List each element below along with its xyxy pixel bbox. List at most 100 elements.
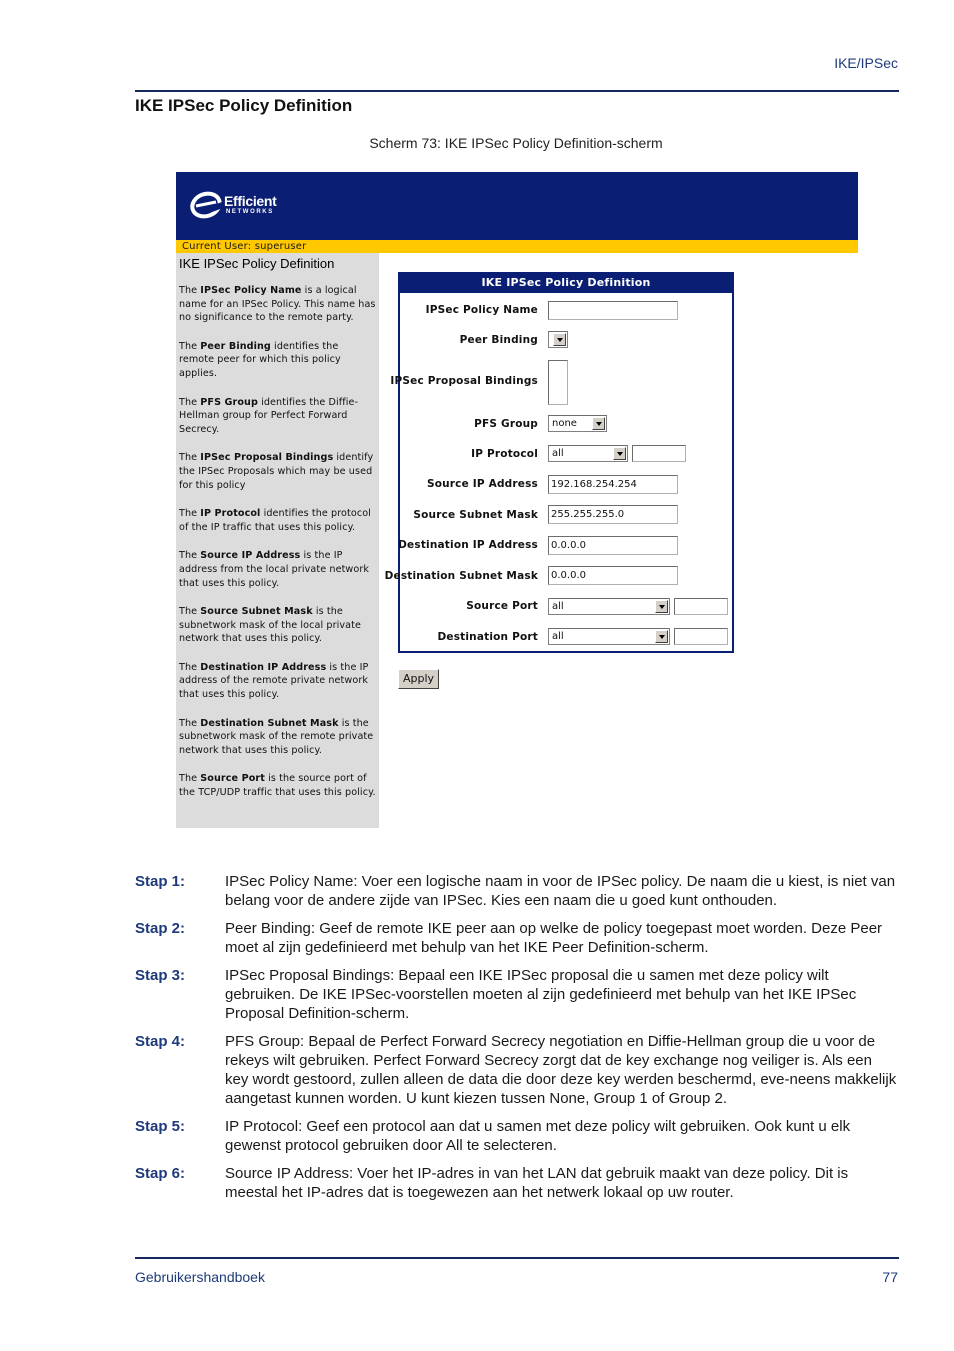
step-number: Stap 1: — [135, 873, 186, 890]
dest-port-number-input[interactable] — [674, 628, 728, 645]
proposal-bindings-label: IPSec Proposal Bindings — [390, 375, 538, 387]
step-text: Source IP Address: Voer het IP-adres in … — [225, 1165, 849, 1201]
help-text: The — [179, 508, 201, 520]
current-user-bar: Current User: superuser — [176, 240, 858, 253]
source-mask-input[interactable]: 255.255.255.0 — [548, 505, 678, 524]
dest-ip-input[interactable]: 0.0.0.0 — [548, 536, 678, 555]
dest-mask-label: Destination Subnet Mask — [384, 570, 538, 582]
step-text: Peer Binding: Geef de remote IKE peer aa… — [225, 920, 883, 956]
efficient-networks-logo: Efficient NETWORKS — [190, 188, 290, 222]
help-text: The — [179, 773, 201, 785]
help-paragraph: The IPSec Proposal Bindings identify the… — [179, 451, 376, 492]
ip-protocol-value: all — [552, 448, 564, 459]
top-rule — [135, 90, 899, 92]
step-number: Stap 6: — [135, 1165, 186, 1182]
help-paragraph: The Source Port is the source port of th… — [179, 772, 376, 799]
source-port-label: Source Port — [466, 600, 538, 612]
help-text: The — [179, 285, 201, 296]
chevron-down-icon — [592, 417, 605, 430]
step-number: Stap 2: — [135, 920, 186, 937]
bottom-rule — [135, 1257, 899, 1259]
source-ip-label: Source IP Address — [426, 478, 538, 490]
help-text: The — [179, 340, 201, 352]
ip-protocol-select[interactable]: all — [548, 445, 628, 462]
help-term: IPSec Policy Name — [200, 285, 302, 296]
chevron-down-icon — [655, 630, 668, 643]
apply-button[interactable]: Apply — [398, 669, 439, 689]
help-term: IPSec Proposal Bindings — [200, 452, 334, 464]
help-text: The — [179, 661, 201, 673]
help-term: Peer Binding — [200, 340, 271, 352]
help-term: IP Protocol — [200, 508, 261, 520]
help-text: The — [179, 606, 201, 618]
step-number: Stap 3: — [135, 967, 186, 984]
ip-protocol-label: IP Protocol — [471, 448, 538, 460]
step-item: Stap 4: PFS Group: Bepaal de Perfect Forw… — [135, 1032, 899, 1108]
proposal-bindings-listbox[interactable] — [548, 360, 568, 405]
step-item: Stap 3: IPSec Proposal Bindings: Bepaal e… — [135, 966, 899, 1023]
help-paragraph: The Destination Subnet Mask is the subne… — [179, 717, 376, 758]
source-ip-input[interactable]: 192.168.254.254 — [548, 475, 678, 494]
help-paragraph: The Destination IP Address is the IP add… — [179, 661, 376, 702]
pfs-group-select[interactable]: none — [548, 415, 607, 432]
source-mask-label: Source Subnet Mask — [413, 509, 538, 521]
help-title: IKE IPSec Policy Definition — [179, 256, 335, 271]
help-text: The — [179, 396, 201, 408]
source-port-value: all — [552, 601, 564, 612]
logo-subtitle: NETWORKS — [226, 209, 274, 215]
pfs-group-label: PFS Group — [474, 418, 538, 430]
help-panel: IKE IPSec Policy Definition The IPSec Po… — [176, 253, 379, 828]
help-term: Source Port — [200, 773, 265, 785]
step-text: IP Protocol: Geef een protocol aan dat u… — [225, 1118, 851, 1154]
chevron-down-icon — [655, 600, 668, 613]
help-term: Source IP Address — [200, 550, 301, 562]
ip-protocol-number-input[interactable] — [632, 445, 686, 462]
page-number: 77 — [882, 1269, 898, 1285]
help-paragraph: The IP Protocol identifies the protocol … — [179, 507, 376, 534]
dest-port-select[interactable]: all — [548, 628, 670, 645]
step-item: Stap 2: Peer Binding: Geef de remote IKE … — [135, 919, 899, 957]
help-paragraph: The Source Subnet Mask is the subnetwork… — [179, 605, 376, 646]
footer-title: Gebruikershandboek — [135, 1269, 265, 1285]
step-number: Stap 5: — [135, 1118, 186, 1135]
steps-list: Stap 1: IPSec Policy Name: Voer een logis… — [135, 872, 899, 1211]
policy-name-input[interactable] — [548, 301, 678, 320]
pfs-group-value: none — [552, 418, 577, 429]
policy-name-label: IPSec Policy Name — [425, 304, 538, 316]
help-paragraph: The IPSec Policy Name is a logical name … — [179, 284, 376, 325]
policy-form: IKE IPSec Policy Definition IPSec Policy… — [385, 272, 734, 653]
dest-port-value: all — [552, 631, 564, 642]
help-term: Destination IP Address — [200, 661, 327, 673]
screenshot-figure: Efficient NETWORKS Current User: superus… — [176, 172, 858, 828]
source-port-number-input[interactable] — [674, 598, 728, 615]
step-number: Stap 4: — [135, 1033, 186, 1050]
step-text: IPSec Policy Name: Voer een logische naa… — [225, 873, 896, 909]
step-item: Stap 6: Source IP Address: Voer het IP-ad… — [135, 1164, 899, 1202]
help-term: Destination Subnet Mask — [200, 717, 339, 729]
help-paragraph: The Peer Binding identifies the remote p… — [179, 340, 376, 381]
step-text: PFS Group: Bepaal de Perfect Forward Sec… — [225, 1033, 897, 1107]
help-text: The — [179, 550, 201, 562]
step-text: IPSec Proposal Bindings: Bepaal een IKE … — [225, 967, 857, 1022]
peer-binding-label: Peer Binding — [459, 334, 538, 346]
help-paragraph: The Source IP Address is the IP address … — [179, 549, 376, 590]
dest-ip-label: Destination IP Address — [398, 539, 538, 551]
chevron-down-icon — [553, 333, 566, 346]
logo-e-icon — [190, 191, 224, 219]
app-header: Efficient NETWORKS — [176, 172, 858, 240]
dest-mask-input[interactable]: 0.0.0.0 — [548, 566, 678, 585]
running-head: IKE/IPSec — [834, 55, 898, 71]
dest-port-label: Destination Port — [437, 631, 538, 643]
section-title: IKE IPSec Policy Definition — [135, 96, 353, 115]
chevron-down-icon — [613, 447, 626, 460]
help-text: The — [179, 717, 201, 729]
help-term: PFS Group — [200, 396, 258, 408]
help-term: Source Subnet Mask — [200, 606, 313, 618]
source-port-select[interactable]: all — [548, 598, 670, 615]
help-paragraph: The PFS Group identifies the Diffie-Hell… — [179, 396, 376, 437]
peer-binding-select[interactable] — [548, 331, 568, 348]
step-item: Stap 5: IP Protocol: Geef een protocol aa… — [135, 1117, 899, 1155]
help-text: The — [179, 452, 201, 464]
step-item: Stap 1: IPSec Policy Name: Voer een logis… — [135, 872, 899, 910]
form-title: IKE IPSec Policy Definition — [400, 274, 732, 293]
